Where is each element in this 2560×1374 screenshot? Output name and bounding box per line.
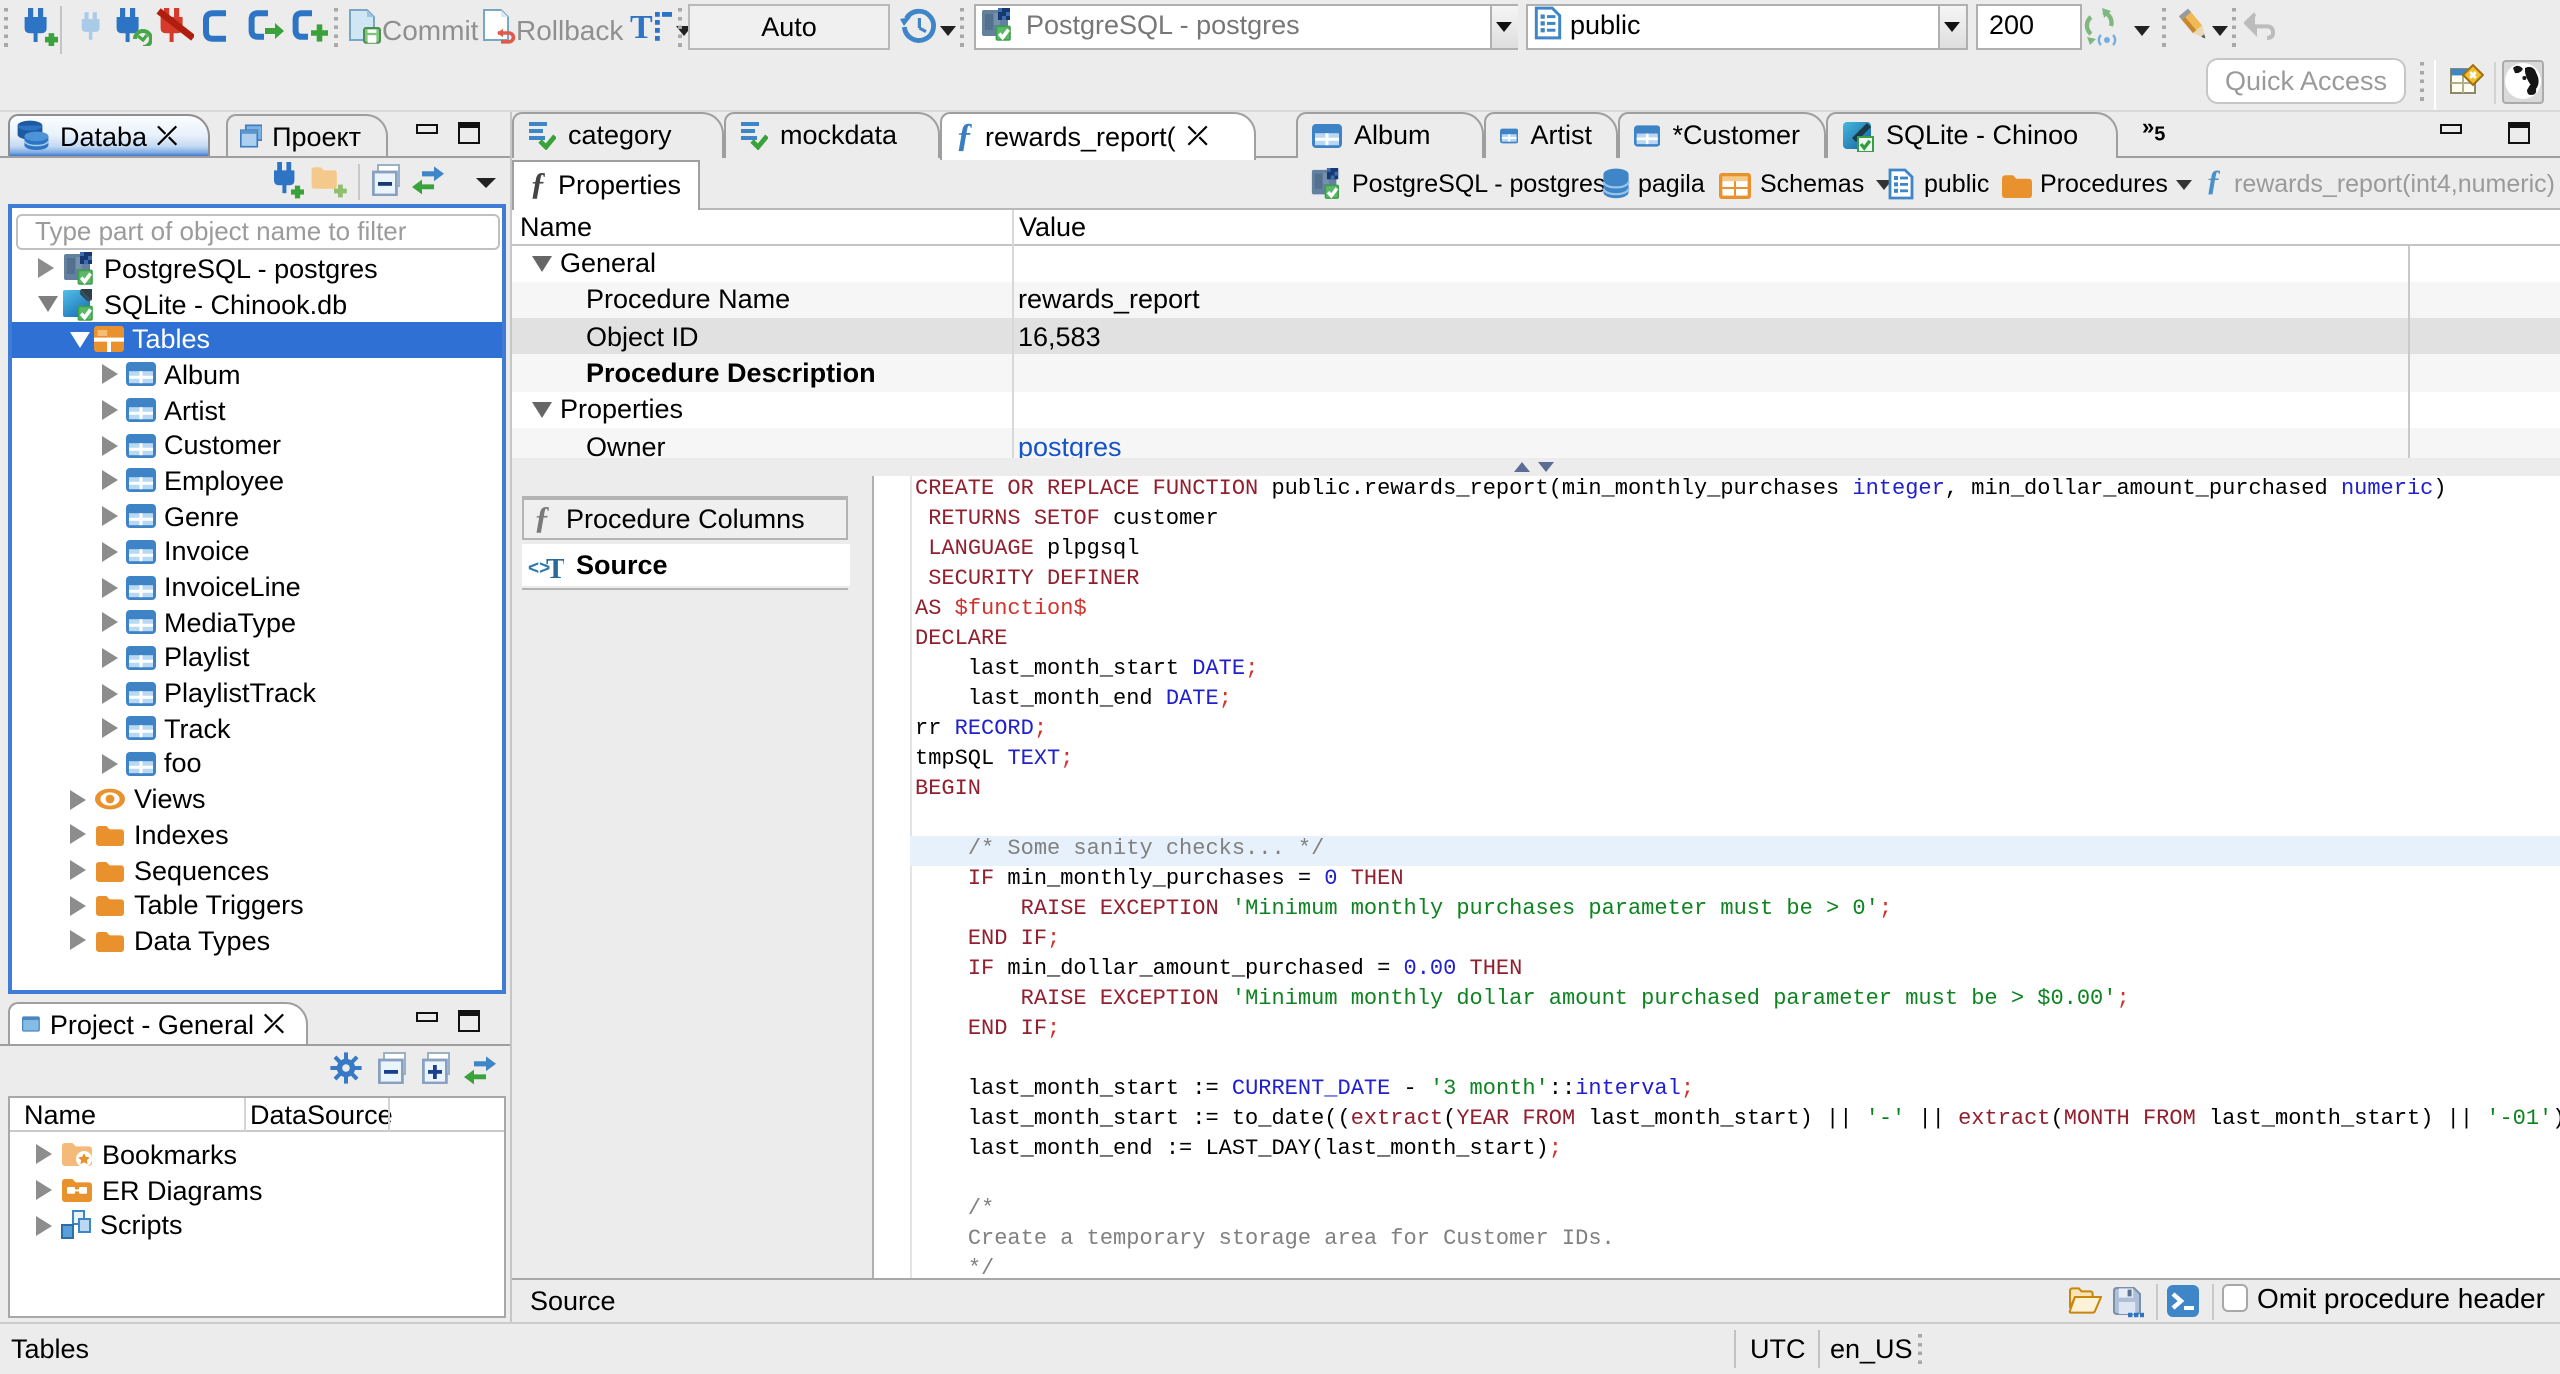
svg-text:T: T xyxy=(546,553,564,580)
svg-text:T: T xyxy=(630,9,653,46)
